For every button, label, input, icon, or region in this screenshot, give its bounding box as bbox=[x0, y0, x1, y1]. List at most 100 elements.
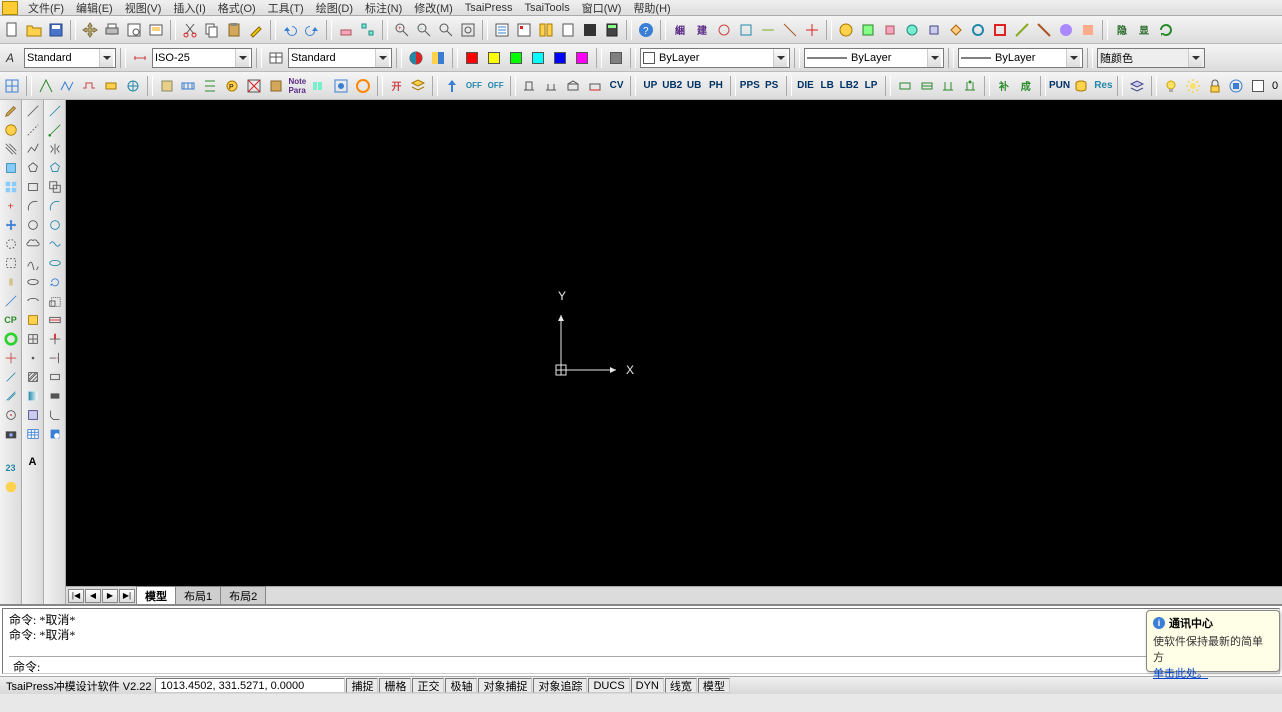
ext2-icon-2[interactable] bbox=[858, 20, 878, 40]
tab-layout2[interactable]: 布局2 bbox=[220, 586, 266, 606]
dyn-toggle[interactable]: DYN bbox=[631, 678, 664, 693]
row3-die[interactable]: DIE bbox=[796, 76, 816, 96]
vt3-pentagon-icon[interactable] bbox=[46, 159, 64, 177]
vt3-mirror-icon[interactable] bbox=[46, 140, 64, 158]
table-style-combo[interactable]: Standard bbox=[288, 48, 392, 68]
row3-pun[interactable]: PUN bbox=[1050, 76, 1070, 96]
row3-stack-icon[interactable] bbox=[408, 76, 428, 96]
chevron-down-icon[interactable] bbox=[773, 49, 787, 67]
menu-view[interactable]: 视图(V) bbox=[119, 0, 168, 16]
chevron-down-icon[interactable] bbox=[1066, 49, 1080, 67]
point-icon[interactable] bbox=[24, 349, 42, 367]
ellipse-arc-icon[interactable] bbox=[24, 292, 42, 310]
paste-icon[interactable] bbox=[224, 20, 244, 40]
gradient-icon[interactable] bbox=[24, 387, 42, 405]
balloon-link[interactable]: 单击此处。 bbox=[1153, 668, 1208, 680]
menu-help[interactable]: 帮助(H) bbox=[627, 0, 676, 16]
zoom-realtime-icon[interactable]: + bbox=[392, 20, 412, 40]
chevron-down-icon[interactable] bbox=[927, 49, 941, 67]
ext-icon-2[interactable] bbox=[736, 20, 756, 40]
tab-model[interactable]: 模型 bbox=[136, 586, 176, 606]
lwt-toggle[interactable]: 线宽 bbox=[665, 678, 697, 693]
truecolor-icon[interactable] bbox=[406, 48, 426, 68]
vt1-num23-icon[interactable]: 23 bbox=[2, 459, 20, 477]
spline-icon[interactable] bbox=[24, 254, 42, 272]
vt1-bottom-icon[interactable] bbox=[2, 478, 20, 496]
coordinates-display[interactable]: 1013.4502, 331.5271, 0.0000 bbox=[155, 678, 345, 693]
zoom-window-icon[interactable]: - bbox=[414, 20, 434, 40]
otrack-toggle[interactable]: 对象追踪 bbox=[533, 678, 587, 693]
construction-line-icon[interactable] bbox=[24, 121, 42, 139]
erase-icon[interactable] bbox=[336, 20, 356, 40]
row3-icon-9[interactable] bbox=[200, 76, 220, 96]
markup-icon[interactable] bbox=[580, 20, 600, 40]
ext2-icon-3[interactable] bbox=[880, 20, 900, 40]
drawing-canvas[interactable]: X Y bbox=[66, 100, 1282, 586]
hatch-icon[interactable] bbox=[24, 368, 42, 386]
tab-layout1[interactable]: 布局1 bbox=[175, 586, 221, 606]
row3-ub2[interactable]: UB2 bbox=[662, 76, 682, 96]
dim-style-icon[interactable] bbox=[130, 48, 150, 68]
print-icon[interactable] bbox=[102, 20, 122, 40]
lock-icon[interactable] bbox=[1205, 76, 1225, 96]
tab-nav-next[interactable]: ▶ bbox=[102, 589, 118, 603]
insert-block-icon[interactable] bbox=[24, 311, 42, 329]
revcloud-icon[interactable] bbox=[24, 235, 42, 253]
row3-cn-cheng[interactable]: 成 bbox=[1016, 76, 1036, 96]
row3-off2-icon[interactable]: OFF bbox=[486, 76, 506, 96]
row3-section-3[interactable] bbox=[563, 76, 583, 96]
menu-insert[interactable]: 插入(I) bbox=[167, 0, 211, 16]
vt3-rotate-icon[interactable] bbox=[46, 273, 64, 291]
row3-icon-15[interactable] bbox=[353, 76, 373, 96]
cn-show-icon[interactable]: 显 bbox=[1134, 20, 1154, 40]
command-prompt[interactable]: 命令: bbox=[9, 656, 1273, 671]
menu-file[interactable]: 文件(F) bbox=[22, 0, 70, 16]
row3-section-1[interactable] bbox=[520, 76, 540, 96]
plot-layer-icon[interactable] bbox=[1226, 76, 1246, 96]
row3-misc-2[interactable] bbox=[917, 76, 937, 96]
rectangle-icon[interactable] bbox=[24, 178, 42, 196]
zoom-extents-icon[interactable] bbox=[458, 20, 478, 40]
table-icon[interactable] bbox=[24, 425, 42, 443]
ext2-icon-9[interactable] bbox=[1012, 20, 1032, 40]
ellipse-icon[interactable] bbox=[24, 273, 42, 291]
row3-note-icon[interactable]: NotePara bbox=[287, 76, 307, 96]
row3-up-arrow-icon[interactable] bbox=[442, 76, 462, 96]
snap-toggle[interactable]: 捕捉 bbox=[346, 678, 378, 693]
vt3-scale-icon[interactable] bbox=[46, 292, 64, 310]
zoom-prev-icon[interactable] bbox=[436, 20, 456, 40]
vt3-extend-icon[interactable] bbox=[46, 349, 64, 367]
ducs-toggle[interactable]: DUCS bbox=[588, 678, 629, 693]
command-history[interactable]: 命令: *取消* 命令: *取消* 命令: bbox=[2, 608, 1280, 674]
swatch-yellow[interactable] bbox=[484, 48, 504, 68]
menu-dim[interactable]: 标注(N) bbox=[359, 0, 408, 16]
row3-ph[interactable]: PH bbox=[706, 76, 726, 96]
vt3-circle-icon[interactable] bbox=[46, 216, 64, 234]
row3-lb2[interactable]: LB2 bbox=[839, 76, 859, 96]
vt1-cp-icon[interactable]: CP bbox=[2, 311, 20, 329]
save-icon[interactable] bbox=[46, 20, 66, 40]
swatch-grey[interactable] bbox=[606, 48, 626, 68]
line-icon[interactable] bbox=[24, 102, 42, 120]
mtext-icon[interactable]: A bbox=[24, 453, 42, 471]
table-style-icon[interactable] bbox=[266, 48, 286, 68]
row3-icon-13[interactable] bbox=[309, 76, 329, 96]
polyline-icon[interactable] bbox=[24, 140, 42, 158]
tab-nav-first[interactable]: |◀ bbox=[68, 589, 84, 603]
vt3-ray-icon[interactable] bbox=[46, 121, 64, 139]
ext2-icon-7[interactable] bbox=[968, 20, 988, 40]
vt1-pan-icon[interactable] bbox=[2, 273, 20, 291]
undo-icon[interactable] bbox=[280, 20, 300, 40]
cut-icon[interactable] bbox=[180, 20, 200, 40]
vt3-break2-icon[interactable] bbox=[46, 387, 64, 405]
menu-draw[interactable]: 绘图(D) bbox=[310, 0, 359, 16]
polygon-icon[interactable] bbox=[24, 159, 42, 177]
vt1-brush-icon[interactable] bbox=[2, 102, 20, 120]
ext2-icon-12[interactable] bbox=[1078, 20, 1098, 40]
layer-square-icon[interactable] bbox=[1248, 76, 1268, 96]
chevron-down-icon[interactable] bbox=[1188, 49, 1202, 67]
row3-misc-3[interactable] bbox=[938, 76, 958, 96]
bylayer-badge-icon[interactable] bbox=[428, 48, 448, 68]
row3-icon-10[interactable]: P bbox=[222, 76, 242, 96]
row3-icon-14[interactable] bbox=[331, 76, 351, 96]
